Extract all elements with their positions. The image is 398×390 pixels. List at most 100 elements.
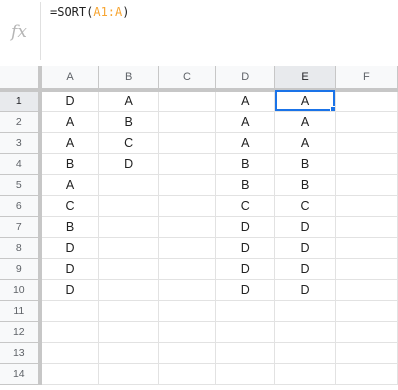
fill-handle[interactable] (329, 105, 335, 110)
cell-c7[interactable] (158, 216, 217, 238)
cell-f4[interactable] (335, 153, 398, 175)
cell-d2[interactable]: A (215, 111, 276, 133)
cell-b7[interactable] (98, 216, 159, 238)
cell-f10[interactable] (335, 279, 398, 301)
cell-d6[interactable]: C (215, 195, 276, 217)
cell-f2[interactable] (335, 111, 398, 133)
cell-d12[interactable] (215, 321, 276, 343)
row-header-3[interactable]: 3 (0, 132, 42, 154)
row-header-12[interactable]: 12 (0, 321, 42, 343)
cell-f14[interactable] (335, 363, 398, 385)
row-header-11[interactable]: 11 (0, 300, 42, 322)
column-header-c[interactable]: C (158, 66, 217, 92)
cell-a2[interactable]: A (39, 111, 100, 133)
cell-e3[interactable]: A (274, 132, 336, 154)
cell-c1[interactable] (158, 90, 217, 112)
cell-f3[interactable] (335, 132, 398, 154)
row-header-5[interactable]: 5 (0, 174, 42, 196)
cell-e5[interactable]: B (274, 174, 336, 196)
cell-c5[interactable] (158, 174, 217, 196)
cell-b12[interactable] (98, 321, 159, 343)
cell-f5[interactable] (335, 174, 398, 196)
cell-f12[interactable] (335, 321, 398, 343)
cell-b13[interactable] (98, 342, 159, 364)
cell-c8[interactable] (158, 237, 217, 259)
cell-c11[interactable] (158, 300, 217, 322)
cell-d14[interactable] (215, 363, 276, 385)
cell-a9[interactable]: D (39, 258, 100, 280)
cell-d5[interactable]: B (215, 174, 276, 196)
cell-b2[interactable]: B (98, 111, 159, 133)
cell-b8[interactable] (98, 237, 159, 259)
cell-f8[interactable] (335, 237, 398, 259)
cell-e4[interactable]: B (274, 153, 336, 175)
cell-a7[interactable]: B (39, 216, 100, 238)
column-header-f[interactable]: F (335, 66, 398, 92)
cell-c9[interactable] (158, 258, 217, 280)
cell-e14[interactable] (274, 363, 336, 385)
cell-c4[interactable] (158, 153, 217, 175)
cell-a10[interactable]: D (39, 279, 100, 301)
cell-d11[interactable] (215, 300, 276, 322)
cell-a1[interactable]: D (39, 90, 100, 112)
row-header-1[interactable]: 1 (0, 90, 42, 112)
cell-e9[interactable]: D (274, 258, 336, 280)
cell-e13[interactable] (274, 342, 336, 364)
cell-b4[interactable]: D (98, 153, 159, 175)
cell-a13[interactable] (39, 342, 100, 364)
column-header-d[interactable]: D (215, 66, 276, 92)
cell-d1[interactable]: A (215, 90, 276, 112)
cell-c6[interactable] (158, 195, 217, 217)
row-header-14[interactable]: 14 (0, 363, 42, 385)
row-header-4[interactable]: 4 (0, 153, 42, 175)
cell-e6[interactable]: C (274, 195, 336, 217)
cell-a5[interactable]: A (39, 174, 100, 196)
row-header-10[interactable]: 10 (0, 279, 42, 301)
cell-a3[interactable]: A (39, 132, 100, 154)
cell-b11[interactable] (98, 300, 159, 322)
select-all-corner[interactable] (0, 66, 42, 92)
cell-a6[interactable]: C (39, 195, 100, 217)
cell-d7[interactable]: D (215, 216, 276, 238)
row-header-9[interactable]: 9 (0, 258, 42, 280)
cell-f9[interactable] (335, 258, 398, 280)
cell-b6[interactable] (98, 195, 159, 217)
row-header-8[interactable]: 8 (0, 237, 42, 259)
selected-cell-e1[interactable]: A (274, 90, 336, 112)
cell-b10[interactable] (98, 279, 159, 301)
cell-e8[interactable]: D (274, 237, 336, 259)
cell-c12[interactable] (158, 321, 217, 343)
cell-b14[interactable] (98, 363, 159, 385)
cell-f13[interactable] (335, 342, 398, 364)
cell-a11[interactable] (39, 300, 100, 322)
cell-a4[interactable]: B (39, 153, 100, 175)
cell-f6[interactable] (335, 195, 398, 217)
cell-f1[interactable] (335, 90, 398, 112)
cell-e7[interactable]: D (274, 216, 336, 238)
cell-d10[interactable]: D (215, 279, 276, 301)
cell-d8[interactable]: D (215, 237, 276, 259)
formula-input[interactable]: =SORT(A1:A) (50, 5, 130, 19)
cell-d3[interactable]: A (215, 132, 276, 154)
column-header-b[interactable]: B (98, 66, 159, 92)
cell-a8[interactable]: D (39, 237, 100, 259)
cell-d4[interactable]: B (215, 153, 276, 175)
row-header-13[interactable]: 13 (0, 342, 42, 364)
cell-b1[interactable]: A (98, 90, 159, 112)
cell-b5[interactable] (98, 174, 159, 196)
cell-c10[interactable] (158, 279, 217, 301)
column-header-e[interactable]: E (274, 66, 336, 92)
cell-f7[interactable] (335, 216, 398, 238)
cell-a14[interactable] (39, 363, 100, 385)
cell-c3[interactable] (158, 132, 217, 154)
row-header-6[interactable]: 6 (0, 195, 42, 217)
row-header-7[interactable]: 7 (0, 216, 42, 238)
cell-b3[interactable]: C (98, 132, 159, 154)
cell-d9[interactable]: D (215, 258, 276, 280)
cell-c13[interactable] (158, 342, 217, 364)
cell-e2[interactable]: A (274, 111, 336, 133)
cell-d13[interactable] (215, 342, 276, 364)
row-header-2[interactable]: 2 (0, 111, 42, 133)
column-header-a[interactable]: A (39, 66, 100, 92)
cell-c14[interactable] (158, 363, 217, 385)
